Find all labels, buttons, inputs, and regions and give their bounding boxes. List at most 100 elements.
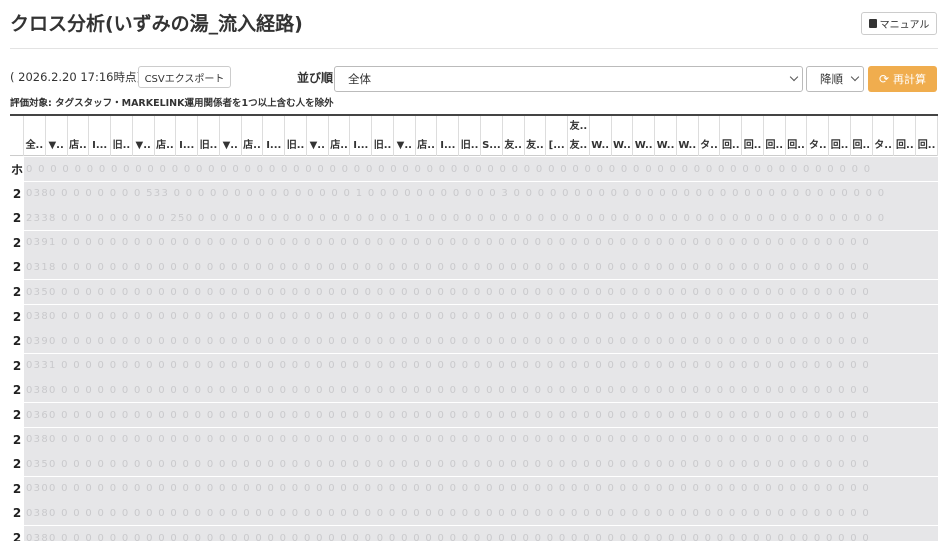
row-label: 2 (10, 526, 24, 541)
column-header[interactable]: W.. (612, 116, 634, 156)
column-header[interactable]: S... (481, 116, 503, 156)
column-header[interactable]: 友.. (503, 116, 525, 156)
column-header[interactable]: 旧.. (459, 116, 481, 156)
column-header[interactable]: I... (263, 116, 286, 156)
table-row[interactable]: 2 0391 0 0 0 0 0 0 0 0 0 0 0 0 0 0 0 0 0 … (10, 230, 938, 255)
column-header-label: 友.. (569, 121, 588, 132)
column-header[interactable]: ▼.. (307, 116, 329, 156)
row-label: 2 (10, 501, 24, 526)
column-header[interactable]: 回.. (829, 116, 851, 156)
column-header[interactable]: ▼.. (220, 116, 242, 156)
column-header[interactable]: [... (546, 116, 569, 156)
column-header[interactable]: 店.. (155, 116, 177, 156)
table-row[interactable]: 2 0300 0 0 0 0 0 0 0 0 0 0 0 0 0 0 0 0 0 … (10, 476, 938, 501)
table-row[interactable]: 2 0331 0 0 0 0 0 0 0 0 0 0 0 0 0 0 0 0 0 … (10, 353, 938, 378)
column-header-label: 店.. (69, 140, 87, 151)
table-row[interactable]: 2 0380 0 0 0 0 0 0 0 533 0 0 0 0 0 0 0 0 … (10, 181, 938, 206)
row-label: 2 (10, 353, 24, 378)
row-label: 2 (10, 255, 24, 280)
column-header[interactable]: 回.. (894, 116, 917, 156)
table-row[interactable]: 2 0380 0 0 0 0 0 0 0 0 0 0 0 0 0 0 0 0 0 … (10, 501, 938, 526)
recalc-button-label: 再計算 (893, 73, 927, 86)
column-header[interactable]: タ.. (873, 116, 895, 156)
column-header[interactable]: 回.. (742, 116, 764, 156)
row-values: 0350 0 0 0 0 0 0 0 0 0 0 0 0 0 0 0 0 0 0… (24, 452, 938, 477)
cross-table[interactable]: 全.. ▼.. 店.. I... 旧.. ▼.. 店.. I... 旧.. ▼.. 店.. I... 旧… (10, 114, 938, 541)
column-header[interactable]: 回.. (764, 116, 786, 156)
table-row[interactable]: 2 0380 0 0 0 0 0 0 0 0 0 0 0 0 0 0 0 0 0 … (10, 304, 938, 329)
column-header-label: 店.. (417, 140, 435, 151)
row-label: 2 (10, 280, 24, 304)
column-header-label: W.. (634, 140, 653, 151)
column-header[interactable]: ▼.. (394, 116, 416, 156)
table-row[interactable]: 2 0350 0 0 0 0 0 0 0 0 0 0 0 0 0 0 0 0 0 … (10, 280, 938, 304)
column-header-label: 回.. (721, 140, 740, 151)
column-header[interactable]: 回.. (786, 116, 808, 156)
book-icon (868, 19, 877, 28)
column-header[interactable]: 店.. (416, 116, 438, 156)
column-header[interactable]: ▼.. (133, 116, 155, 156)
column-header-label: W.. (656, 140, 675, 151)
recalc-button[interactable]: ⟳ 再計算 (868, 66, 937, 92)
column-header[interactable]: 店.. (68, 116, 90, 156)
order-select[interactable]: 降順 (806, 66, 864, 92)
manual-button-label: マニュアル (879, 20, 930, 31)
column-header[interactable]: 店.. (329, 116, 351, 156)
column-header-label: 旧.. (373, 140, 392, 151)
evaluation-note-text: タグスタッフ・MARKELINK運用関係者を1つ以上含む人を除外 (51, 98, 334, 109)
header-corner (10, 116, 24, 156)
column-header-label: タ.. (874, 140, 892, 151)
column-header[interactable]: 旧.. (111, 116, 133, 156)
table-row[interactable]: 2 0360 0 0 0 0 0 0 0 0 0 0 0 0 0 0 0 0 0 … (10, 403, 938, 427)
row-label: 2 (10, 452, 24, 477)
column-header[interactable]: 回.. (720, 116, 743, 156)
column-header-label: タ.. (808, 140, 827, 151)
column-header[interactable]: W.. (633, 116, 656, 156)
table-row[interactable]: 2 0380 0 0 0 0 0 0 0 0 0 0 0 0 0 0 0 0 0 … (10, 526, 938, 541)
page-title: クロス分析(いずみの湯_流入経路) (10, 13, 303, 35)
column-header[interactable]: 旧.. (198, 116, 220, 156)
table-row[interactable]: 2 0350 0 0 0 0 0 0 0 0 0 0 0 0 0 0 0 0 0 … (10, 452, 938, 477)
column-header-label: 回.. (852, 140, 871, 151)
column-header[interactable]: W.. (655, 116, 677, 156)
table-row[interactable]: 2 0380 0 0 0 0 0 0 0 0 0 0 0 0 0 0 0 0 0 … (10, 378, 938, 403)
column-header[interactable]: 友.. (525, 116, 547, 156)
column-header[interactable]: 店.. (242, 116, 264, 156)
table-row[interactable]: 2 0318 0 0 0 0 0 0 0 0 0 0 0 0 0 0 0 0 0 … (10, 255, 938, 280)
column-header[interactable]: 旧.. (372, 116, 394, 156)
column-header-label: 回.. (787, 140, 805, 151)
column-header[interactable]: I... (350, 116, 373, 156)
column-header-label: S... (482, 140, 501, 151)
header-divider (10, 48, 938, 49)
row-label: 2 (10, 181, 24, 206)
column-header-label: 回.. (743, 140, 762, 151)
sort-select[interactable]: 全体 (334, 66, 803, 92)
csv-export-button[interactable]: CSVエクスポート (138, 66, 231, 88)
row-label: 2 (10, 304, 24, 329)
column-header[interactable]: タ.. (699, 116, 721, 156)
column-header[interactable]: 友.. 友.. (568, 116, 590, 156)
column-header[interactable]: I... (176, 116, 199, 156)
table-row[interactable]: 2 2338 0 0 0 0 0 0 0 0 0 250 0 0 0 0 0 0 … (10, 206, 938, 231)
column-header[interactable]: 回.. (851, 116, 873, 156)
column-header[interactable]: I... (437, 116, 460, 156)
column-header-label: I... (179, 140, 195, 151)
column-header-label: W.. (613, 140, 631, 151)
column-header[interactable]: タ.. (807, 116, 830, 156)
table-row[interactable]: 2 0380 0 0 0 0 0 0 0 0 0 0 0 0 0 0 0 0 0 … (10, 427, 938, 452)
column-header-label: 全.. (25, 140, 44, 151)
column-header[interactable]: 回.. (916, 116, 938, 156)
table-row[interactable]: ホ0 0 0 0 0 0 0 0 0 0 0 0 0 0 0 0 0 0 0 0… (10, 157, 938, 181)
row-values: 0390 0 0 0 0 0 0 0 0 0 0 0 0 0 0 0 0 0 0… (24, 329, 938, 354)
column-header-label: 旧.. (112, 140, 131, 151)
column-header[interactable]: W.. (590, 116, 612, 156)
column-header-label: タ.. (700, 140, 718, 151)
column-header-label: 友.. (569, 140, 588, 151)
column-header[interactable]: I... (89, 116, 112, 156)
table-row[interactable]: 2 0390 0 0 0 0 0 0 0 0 0 0 0 0 0 0 0 0 0 … (10, 329, 938, 354)
column-header[interactable]: 旧.. (285, 116, 307, 156)
manual-button[interactable]: マニュアル (861, 12, 937, 35)
column-header[interactable]: W.. (677, 116, 699, 156)
column-header[interactable]: ▼.. (46, 116, 68, 156)
column-header[interactable]: 全.. (24, 116, 46, 156)
